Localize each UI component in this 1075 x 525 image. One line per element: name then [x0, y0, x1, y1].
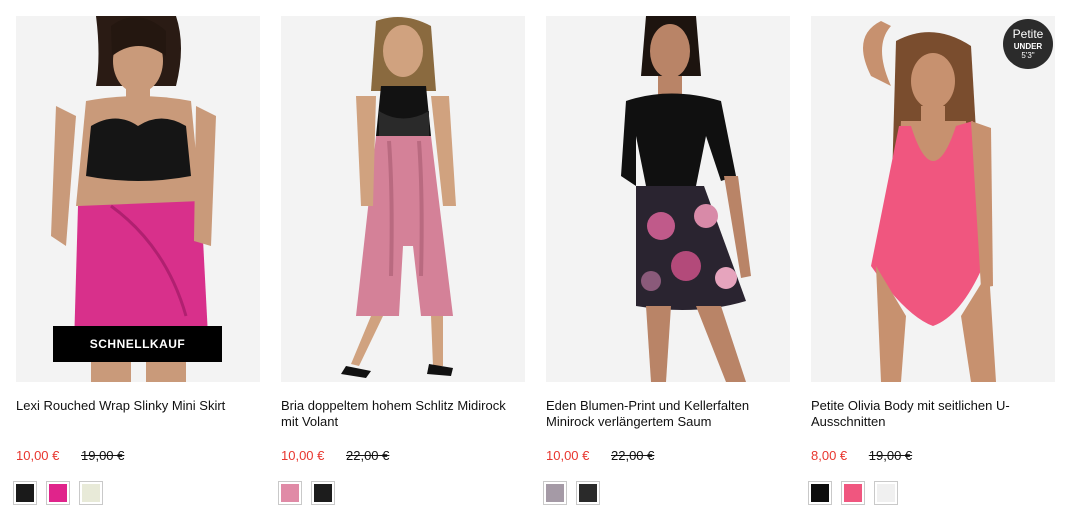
sale-price: 10,00 € — [546, 448, 590, 463]
product-image[interactable]: SCHNELLKAUF — [16, 16, 260, 382]
product-card: Petite UNDER 5'3" Petite Olivia Body mit… — [808, 16, 1055, 505]
product-grid: SCHNELLKAUF Lexi Rouched Wrap Slinky Min… — [0, 0, 1075, 525]
original-price: 22,00 € — [611, 448, 655, 463]
product-image[interactable] — [281, 16, 525, 382]
color-swatch[interactable] — [46, 481, 70, 505]
badge-line-petite: Petite — [1012, 27, 1044, 41]
original-price: 19,00 € — [81, 448, 125, 463]
original-price: 19,00 € — [868, 448, 913, 463]
color-swatch[interactable] — [311, 481, 335, 505]
product-title[interactable]: Petite Olivia Body mit seitlichen U-Auss… — [811, 398, 1055, 434]
original-price: 22,00 € — [346, 448, 390, 463]
color-swatch[interactable] — [874, 481, 898, 505]
product-title[interactable]: Lexi Rouched Wrap Slinky Mini Skirt — [16, 398, 260, 434]
sale-price: 10,00 € — [281, 448, 325, 463]
quick-buy-button[interactable]: SCHNELLKAUF — [53, 326, 222, 362]
price-row: 8,00 € 19,00 € — [811, 448, 1055, 464]
product-card: Bria doppeltem hohem Schlitz Midirock mi… — [278, 16, 525, 505]
color-swatches — [13, 481, 260, 505]
color-swatch[interactable] — [79, 481, 103, 505]
product-title[interactable]: Bria doppeltem hohem Schlitz Midirock mi… — [281, 398, 525, 434]
sale-price: 10,00 € — [16, 448, 60, 463]
price-row: 10,00 € 22,00 € — [281, 448, 525, 464]
product-image[interactable] — [546, 16, 790, 382]
color-swatches — [808, 481, 1055, 505]
color-swatches — [543, 481, 790, 505]
product-card: SCHNELLKAUF Lexi Rouched Wrap Slinky Min… — [13, 16, 260, 505]
product-image[interactable]: Petite UNDER 5'3" — [811, 16, 1055, 382]
color-swatch[interactable] — [278, 481, 302, 505]
color-swatch[interactable] — [543, 481, 567, 505]
badge-line-height: 5'3" — [1021, 51, 1035, 60]
price-row: 10,00 € 19,00 € — [16, 448, 260, 464]
color-swatch[interactable] — [808, 481, 832, 505]
product-title[interactable]: Eden Blumen-Print und Kellerfalten Minir… — [546, 398, 790, 434]
petite-badge: Petite UNDER 5'3" — [1003, 19, 1053, 69]
sale-price: 8,00 € — [811, 448, 848, 463]
color-swatches — [278, 481, 525, 505]
color-swatch[interactable] — [841, 481, 865, 505]
badge-line-under: UNDER — [1013, 42, 1043, 51]
color-swatch[interactable] — [576, 481, 600, 505]
product-card: Eden Blumen-Print und Kellerfalten Minir… — [543, 16, 790, 505]
price-row: 10,00 € 22,00 € — [546, 448, 790, 464]
color-swatch[interactable] — [13, 481, 37, 505]
